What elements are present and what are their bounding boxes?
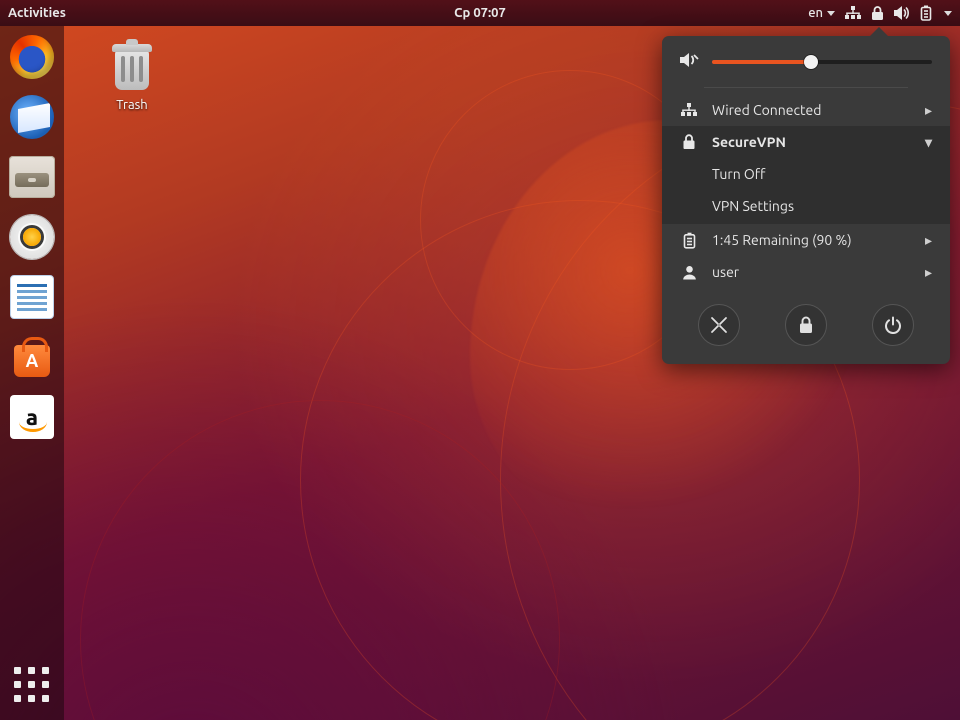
battery-icon [680, 232, 698, 249]
lock-button[interactable] [785, 304, 827, 346]
menu-item-label: SecureVPN [712, 132, 786, 152]
chevron-down-icon [827, 11, 835, 16]
chevron-right-icon: ▸ [925, 262, 932, 282]
chevron-down-icon: ▾ [925, 132, 932, 152]
ubuntu-software-icon: A [10, 337, 54, 377]
keyboard-layout-indicator[interactable]: en [808, 6, 835, 20]
show-applications-button[interactable] [9, 662, 55, 708]
menu-item-label: Wired Connected [712, 100, 821, 120]
wallpaper-arc [80, 400, 560, 720]
dock-app-files[interactable] [9, 154, 55, 200]
menu-item-label: VPN Settings [712, 196, 794, 216]
settings-icon [709, 315, 729, 335]
menu-item-vpn[interactable]: SecureVPN ▾ [662, 126, 950, 158]
thunderbird-icon [10, 95, 54, 139]
firefox-icon [10, 35, 54, 79]
system-menu-popover: Wired Connected ▸ SecureVPN ▾ Turn Off V… [662, 36, 950, 364]
libreoffice-writer-icon [10, 275, 54, 319]
menu-item-label: 1:45 Remaining (90 %) [712, 230, 852, 250]
dock-app-rhythmbox[interactable] [9, 214, 55, 260]
desktop-icon-trash[interactable]: Trash [92, 38, 172, 112]
dock-app-thunderbird[interactable] [9, 94, 55, 140]
volume-row [662, 36, 950, 83]
keyboard-layout-label: en [808, 6, 823, 20]
menu-item-label: user [712, 262, 739, 282]
system-action-buttons [662, 288, 950, 350]
menu-item-battery[interactable]: 1:45 Remaining (90 %) ▸ [662, 224, 950, 256]
dock: A a [0, 26, 64, 720]
user-icon [680, 265, 698, 280]
top-bar: Activities Cp 07:07 en [0, 0, 960, 26]
power-button[interactable] [872, 304, 914, 346]
activities-button[interactable]: Activities [8, 6, 66, 20]
volume-slider[interactable] [712, 60, 932, 64]
menu-separator [704, 87, 908, 88]
dock-app-software[interactable]: A [9, 334, 55, 380]
vpn-lock-icon [680, 134, 698, 150]
network-icon[interactable] [845, 6, 861, 20]
menu-item-user[interactable]: user ▸ [662, 256, 950, 288]
dock-app-firefox[interactable] [9, 34, 55, 80]
battery-icon[interactable] [920, 5, 932, 21]
power-icon [884, 316, 902, 334]
menu-item-vpn-turn-off[interactable]: Turn Off [662, 158, 950, 190]
trash-icon [108, 38, 156, 94]
amazon-icon: a [10, 395, 54, 439]
chevron-right-icon: ▸ [925, 230, 932, 250]
lock-icon [798, 316, 814, 334]
dock-app-writer[interactable] [9, 274, 55, 320]
menu-item-vpn-settings[interactable]: VPN Settings [662, 190, 950, 224]
chevron-right-icon: ▸ [925, 100, 932, 120]
vpn-lock-icon[interactable] [871, 6, 884, 21]
system-menu-chevron-icon[interactable] [944, 11, 952, 16]
volume-slider-thumb[interactable] [804, 55, 818, 69]
volume-icon[interactable] [894, 6, 910, 20]
menu-item-network[interactable]: Wired Connected ▸ [662, 94, 950, 126]
desktop-icon-label: Trash [92, 98, 172, 112]
network-wired-icon [680, 103, 698, 117]
dock-app-amazon[interactable]: a [9, 394, 55, 440]
files-icon [9, 156, 55, 198]
clock[interactable]: Cp 07:07 [454, 6, 506, 20]
rhythmbox-icon [10, 215, 54, 259]
volume-icon [680, 52, 700, 71]
settings-button[interactable] [698, 304, 740, 346]
menu-item-label: Turn Off [712, 164, 765, 184]
